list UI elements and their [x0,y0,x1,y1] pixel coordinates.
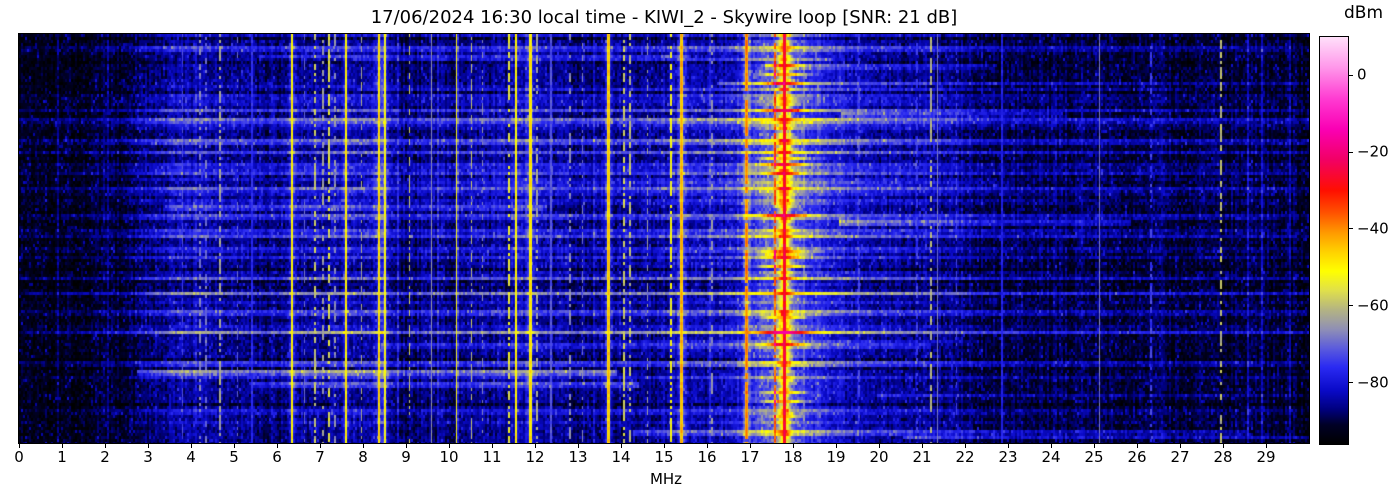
x-tick-label: 12 [525,448,545,466]
colorbar-tick-label: −60 [1357,296,1389,315]
x-tick-label: 22 [955,448,975,466]
x-tick-label: 23 [998,448,1018,466]
colorbar-tick-label: −80 [1357,373,1389,392]
x-tick-label: 29 [1256,448,1276,466]
colorbar [1319,36,1349,445]
waterfall-plot [18,33,1310,444]
colorbar-tick-mark [1349,382,1353,384]
x-tick-label: 18 [783,448,803,466]
x-tick-label: 26 [1127,448,1147,466]
spectrogram-figure: 17/06/2024 16:30 local time - KIWI_2 - S… [0,0,1400,500]
x-tick-label: 19 [826,448,846,466]
x-tick-label: 1 [57,448,67,466]
colorbar-tick-label: −20 [1357,142,1389,161]
x-axis-label: MHz [649,470,683,488]
x-tick-label: 21 [912,448,932,466]
x-tick-label: 16 [697,448,717,466]
colorbar-tick-mark [1349,74,1353,76]
x-tick-label: 9 [401,448,411,466]
x-tick-label: 14 [611,448,631,466]
x-tick-label: 13 [568,448,588,466]
plot-title: 17/06/2024 16:30 local time - KIWI_2 - S… [370,7,958,28]
x-tick-label: 10 [439,448,459,466]
x-tick-label: 3 [143,448,153,466]
colorbar-label: dBm [1344,3,1384,23]
colorbar-gradient [1320,37,1348,444]
x-tick-label: 6 [272,448,282,466]
x-tick-label: 27 [1170,448,1190,466]
colorbar-tick-mark [1349,228,1353,230]
colorbar-tick-mark [1349,305,1353,307]
x-tick-label: 0 [14,448,24,466]
x-tick-label: 7 [315,448,325,466]
x-tick-label: 8 [358,448,368,466]
colorbar-tick-label: −40 [1357,219,1389,238]
x-tick-label: 17 [740,448,760,466]
colorbar-tick-mark [1349,151,1353,153]
x-tick-label: 25 [1084,448,1104,466]
waterfall-canvas [19,34,1309,443]
x-tick-label: 5 [229,448,239,466]
colorbar-tick-label: 0 [1357,65,1367,84]
x-tick-label: 2 [100,448,110,466]
x-tick-label: 11 [482,448,502,466]
x-tick-label: 28 [1213,448,1233,466]
x-tick-label: 4 [186,448,196,466]
x-tick-label: 20 [869,448,889,466]
x-tick-label: 15 [654,448,674,466]
x-tick-label: 24 [1041,448,1061,466]
